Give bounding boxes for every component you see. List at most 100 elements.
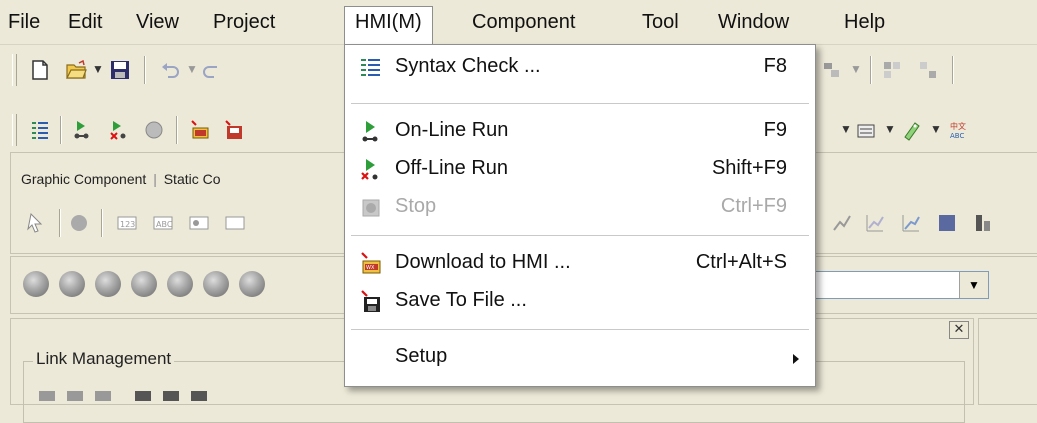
menu-item-label: Save To File ... (395, 289, 527, 311)
undo-icon[interactable] (158, 58, 182, 82)
toolbar-separator (176, 116, 178, 144)
menu-item-save-to-file[interactable]: Save To File ... (345, 283, 815, 321)
tab-divider: | (153, 171, 157, 187)
ungroup-icon[interactable] (916, 58, 940, 82)
tab-static-component[interactable]: Static Co (164, 171, 221, 187)
component-icon[interactable] (854, 118, 878, 142)
link-tool-3-icon[interactable] (95, 391, 111, 401)
menu-item-shortcut: F8 (763, 55, 787, 77)
menu-hmi[interactable]: HMI(M) (344, 6, 433, 47)
svg-text:中文: 中文 (950, 121, 966, 131)
history-icon[interactable] (971, 211, 995, 235)
group-icon[interactable] (880, 58, 904, 82)
syntax-check-icon[interactable] (28, 118, 52, 142)
menu-item-online-run[interactable]: On-Line Run F9 (345, 113, 815, 151)
stop-icon[interactable] (142, 118, 166, 142)
pointer-icon[interactable] (25, 211, 49, 235)
menu-item-label: Stop (395, 195, 437, 217)
align-dropdown-arrow-icon[interactable]: ▼ (850, 62, 862, 76)
lamp-style-6-icon[interactable] (203, 271, 229, 297)
close-icon[interactable]: ✕ (949, 321, 969, 339)
menu-separator (351, 235, 809, 236)
link-tool-6-icon[interactable] (191, 391, 207, 401)
menu-component[interactable]: Component (470, 9, 577, 35)
menu-separator (351, 103, 809, 104)
numeric-input-icon[interactable]: 123 (115, 211, 139, 235)
lamp-style-3-icon[interactable] (95, 271, 121, 297)
toolbar-grip[interactable] (12, 54, 17, 86)
component-tabs: Graphic Component | Static Co (21, 171, 221, 187)
undo-dropdown-arrow-icon[interactable]: ▼ (186, 62, 198, 76)
dropdown-arrow-icon[interactable]: ▼ (840, 122, 852, 136)
link-tool-5-icon[interactable] (163, 391, 179, 401)
trend-icon[interactable] (829, 211, 853, 235)
toolbar-separator (59, 209, 61, 237)
offline-run-icon[interactable] (106, 118, 130, 142)
right-dock-panel (978, 318, 1037, 405)
download-icon[interactable] (188, 118, 212, 142)
toolbar-separator (60, 116, 62, 144)
component-dropdown-arrow-icon[interactable]: ▼ (884, 122, 896, 136)
menu-view[interactable]: View (134, 9, 181, 35)
svg-text:WX: WX (366, 265, 375, 271)
menu-file[interactable]: File (6, 9, 42, 35)
text-input-icon[interactable]: ABC (151, 211, 175, 235)
clock-component-icon[interactable] (223, 211, 247, 235)
menu-item-shortcut: Shift+F9 (711, 157, 787, 179)
shape-select[interactable]: ▼ (801, 271, 989, 299)
save-to-file-icon (359, 290, 383, 314)
online-run-icon[interactable] (70, 118, 94, 142)
open-folder-icon[interactable] (64, 58, 88, 82)
menu-item-download-to-hmi[interactable]: WX Download to HMI ... Ctrl+Alt+S (345, 245, 815, 283)
toolbar-separator (952, 56, 954, 84)
menu-item-label: Download to HMI ... (395, 251, 571, 273)
menu-item-offline-run[interactable]: Off-Line Run Shift+F9 (345, 151, 815, 189)
menu-item-setup[interactable]: Setup (345, 339, 815, 377)
link-tool-1-icon[interactable] (39, 391, 55, 401)
hmi-menu: Syntax Check ... F8 On-Line Run F9 Off-L… (344, 44, 816, 387)
lamp-style-4-icon[interactable] (131, 271, 157, 297)
svg-text:ABC: ABC (950, 132, 964, 140)
toolbar-separator (144, 56, 146, 84)
new-file-icon[interactable] (28, 58, 52, 82)
align-icon[interactable] (820, 58, 844, 82)
chart-icon[interactable] (863, 211, 887, 235)
svg-text:123: 123 (120, 220, 135, 229)
menu-item-label: Setup (395, 345, 448, 367)
toolbar-grip[interactable] (12, 114, 17, 146)
tag-icon[interactable] (900, 118, 924, 142)
menu-item-shortcut: Ctrl+F9 (720, 195, 787, 217)
offline-run-icon (359, 158, 383, 182)
lamp-style-7-icon[interactable] (239, 271, 265, 297)
menu-item-shortcut: F9 (763, 119, 787, 141)
bar-graph-icon[interactable] (935, 211, 959, 235)
xy-chart-icon[interactable] (899, 211, 923, 235)
svg-text:ABC: ABC (156, 220, 173, 229)
menu-window[interactable]: Window (716, 9, 791, 35)
link-tool-2-icon[interactable] (67, 391, 83, 401)
submenu-arrow-icon (793, 354, 799, 364)
menu-item-stop: Stop Ctrl+F9 (345, 189, 815, 227)
lamp-style-5-icon[interactable] (167, 271, 193, 297)
menu-item-shortcut: Ctrl+Alt+S (695, 251, 787, 273)
menu-item-label: On-Line Run (395, 119, 509, 141)
link-tool-4-icon[interactable] (135, 391, 151, 401)
syntax-check-icon (359, 56, 383, 80)
menu-edit[interactable]: Edit (66, 9, 104, 35)
menu-help[interactable]: Help (842, 9, 887, 35)
bit-button-icon[interactable] (187, 211, 211, 235)
save-icon[interactable] (108, 58, 132, 82)
text-language-icon[interactable]: 中文 ABC (946, 118, 970, 142)
lamp-icon[interactable] (67, 211, 91, 235)
lamp-style-2-icon[interactable] (59, 271, 85, 297)
tag-dropdown-arrow-icon[interactable]: ▼ (930, 122, 942, 136)
open-dropdown-arrow-icon[interactable]: ▼ (92, 62, 104, 76)
tab-graphic-component[interactable]: Graphic Component (21, 171, 146, 187)
lamp-style-1-icon[interactable] (23, 271, 49, 297)
menu-project[interactable]: Project (211, 9, 277, 35)
save-to-file-icon[interactable] (222, 118, 246, 142)
menu-tool[interactable]: Tool (640, 9, 681, 35)
redo-icon[interactable] (200, 58, 224, 82)
shape-select-dropdown-icon[interactable]: ▼ (959, 272, 988, 298)
menu-item-syntax-check[interactable]: Syntax Check ... F8 (345, 49, 815, 87)
